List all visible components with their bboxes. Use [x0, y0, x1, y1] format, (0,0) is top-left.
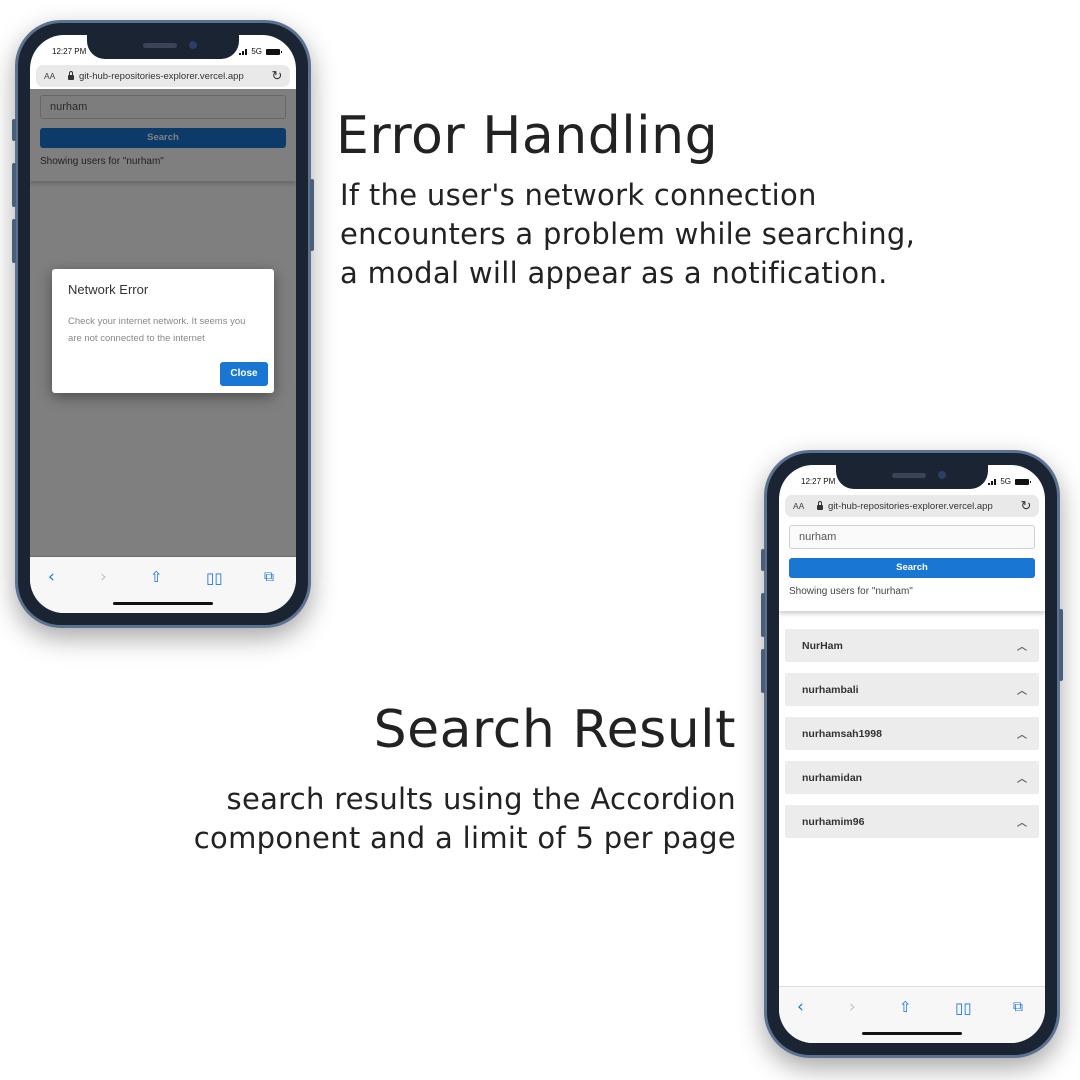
mute-switch — [12, 119, 16, 141]
accordion-item[interactable]: NurHam ︿ — [785, 629, 1039, 662]
notch — [836, 465, 988, 489]
reader-options-button[interactable]: AA — [44, 71, 64, 81]
chevron-up-icon[interactable]: ︿ — [1017, 814, 1027, 829]
notch — [87, 35, 239, 59]
chevron-left-icon[interactable]: ‹ — [48, 567, 55, 587]
error-handling-description: If the user's network connection encount… — [340, 178, 916, 290]
network-type: 5G — [251, 47, 262, 56]
volume-down-button — [761, 649, 765, 693]
network-type: 5G — [1000, 477, 1011, 486]
chevron-up-icon[interactable]: ︿ — [1017, 770, 1027, 785]
lock-icon — [817, 501, 823, 510]
url-text[interactable]: git-hub-repositories-explorer.vercel.app — [79, 71, 268, 82]
accordion-username: nurhambali — [802, 684, 859, 696]
results-accordion-list: NurHam ︿ nurhambali ︿ nurhamsah1998 ︿ nu… — [785, 629, 1039, 849]
modal-message: Check your internet network. It seems yo… — [68, 316, 246, 344]
home-indicator — [113, 602, 213, 605]
search-button[interactable]: Search — [789, 558, 1035, 578]
url-text[interactable]: git-hub-repositories-explorer.vercel.app — [828, 501, 1017, 512]
search-result-title: Search Result — [373, 700, 736, 760]
chevron-right-icon[interactable]: › — [100, 567, 107, 587]
accordion-username: nurhamidan — [802, 772, 863, 784]
battery-icon — [1015, 478, 1031, 485]
share-icon[interactable]: ⇧ — [150, 568, 163, 586]
search-header: nurham Search Showing users for "nurham" — [779, 519, 1045, 611]
battery-icon — [266, 48, 282, 55]
volume-down-button — [12, 219, 16, 263]
accordion-item[interactable]: nurhambali ︿ — [785, 673, 1039, 706]
chevron-right-icon[interactable]: › — [849, 997, 856, 1017]
book-icon[interactable]: ▯▯ — [955, 999, 972, 1017]
share-icon[interactable]: ⇧ — [899, 998, 912, 1016]
browser-address-bar[interactable]: AA git-hub-repositories-explorer.vercel.… — [36, 65, 290, 87]
volume-up-button — [761, 593, 765, 637]
reload-icon[interactable]: ↻ — [1017, 498, 1035, 514]
phone-screen: 12:27 PM 5G AA git-hub-repositories-expl… — [779, 465, 1045, 1043]
search-input[interactable]: nurham — [789, 525, 1035, 549]
signal-icon — [239, 48, 248, 55]
tabs-icon[interactable]: ⧉ — [1013, 999, 1023, 1015]
phone-screen: 12:27 PM 5G AA git-hub-repositories-expl… — [30, 35, 296, 613]
chevron-left-icon[interactable]: ‹ — [797, 997, 804, 1017]
browser-address-bar[interactable]: AA git-hub-repositories-explorer.vercel.… — [785, 495, 1039, 517]
book-icon[interactable]: ▯▯ — [206, 569, 223, 587]
power-button — [310, 179, 314, 251]
accordion-item[interactable]: nurhamidan ︿ — [785, 761, 1039, 794]
reader-options-button[interactable]: AA — [793, 501, 813, 511]
power-button — [1059, 609, 1063, 681]
phone-error-mockup: 12:27 PM 5G AA git-hub-repositories-expl… — [12, 20, 314, 628]
chevron-up-icon[interactable]: ︿ — [1017, 726, 1027, 741]
chevron-up-icon[interactable]: ︿ — [1017, 638, 1027, 653]
search-result-description: search results using the Accordion compo… — [193, 782, 736, 855]
volume-up-button — [12, 163, 16, 207]
accordion-username: nurhamim96 — [802, 816, 865, 828]
accordion-username: NurHam — [802, 640, 843, 652]
lock-icon — [68, 71, 74, 80]
signal-icon — [988, 478, 997, 485]
network-error-modal: Network Error Check your internet networ… — [52, 269, 274, 393]
browser-toolbar: ‹ › ⇧ ▯▯ ⧉ — [30, 556, 296, 613]
phone-result-mockup: 12:27 PM 5G AA git-hub-repositories-expl… — [761, 450, 1063, 1058]
error-handling-title: Error Handling — [336, 106, 719, 166]
modal-close-button[interactable]: Close — [220, 362, 268, 386]
reload-icon[interactable]: ↻ — [268, 68, 286, 84]
accordion-item[interactable]: nurhamim96 ︿ — [785, 805, 1039, 838]
browser-toolbar: ‹ › ⇧ ▯▯ ⧉ — [779, 986, 1045, 1043]
accordion-item[interactable]: nurhamsah1998 ︿ — [785, 717, 1039, 750]
accordion-username: nurhamsah1998 — [802, 728, 882, 740]
chevron-up-icon[interactable]: ︿ — [1017, 682, 1027, 697]
mute-switch — [761, 549, 765, 571]
status-time: 12:27 PM — [52, 47, 87, 56]
home-indicator — [862, 1032, 962, 1035]
status-time: 12:27 PM — [801, 477, 836, 486]
showing-users-text: Showing users for "nurham" — [789, 586, 913, 597]
modal-title: Network Error — [68, 282, 149, 297]
tabs-icon[interactable]: ⧉ — [264, 569, 274, 585]
